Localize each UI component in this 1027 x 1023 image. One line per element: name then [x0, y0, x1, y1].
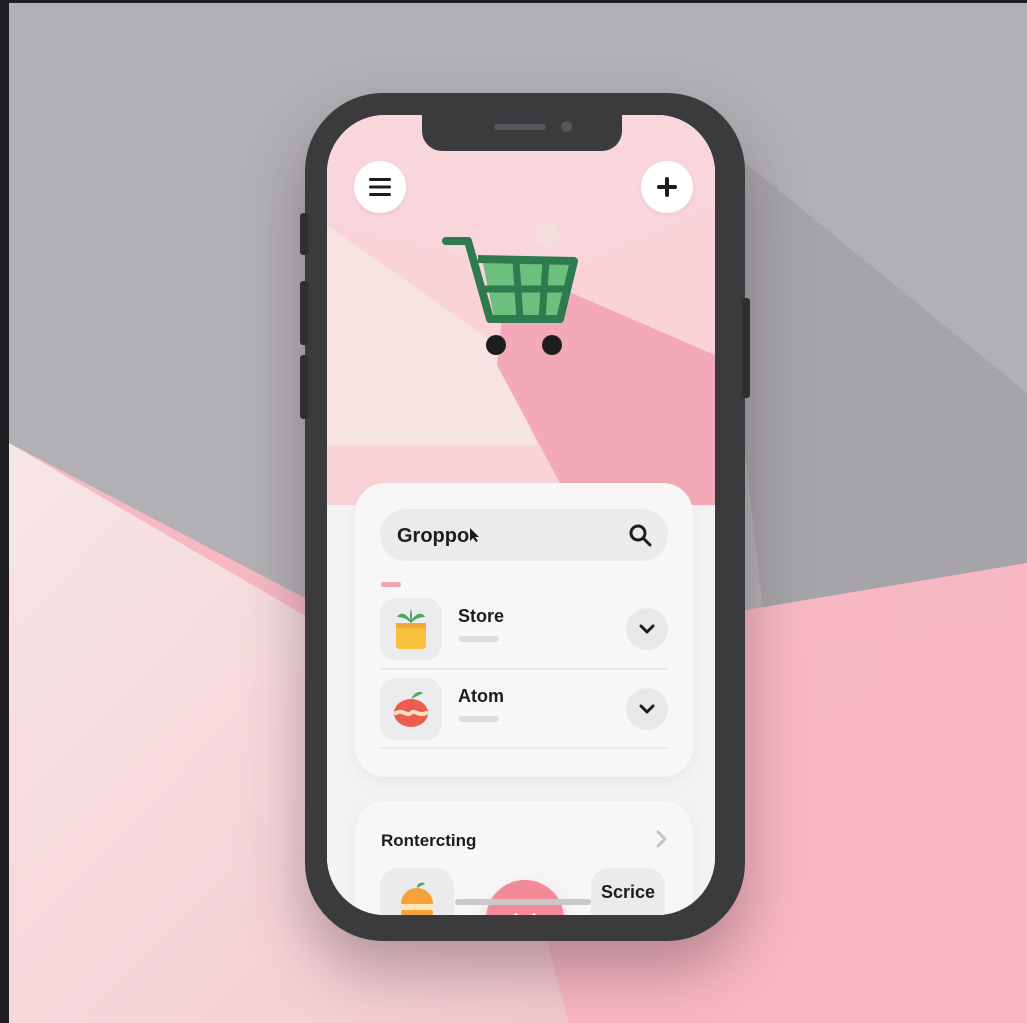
chevron-down-icon — [639, 704, 655, 714]
hamburger-menu-icon — [369, 178, 391, 196]
list-divider — [380, 668, 668, 670]
home-indicator[interactable] — [455, 899, 591, 905]
list-item[interactable]: Atom — [380, 676, 668, 742]
mute-switch — [300, 213, 308, 255]
list-divider — [380, 747, 668, 749]
search-card: Groppo Store Atom — [355, 483, 693, 777]
menu-button[interactable] — [354, 161, 406, 213]
list-item-subtitle-placeholder — [459, 716, 499, 722]
chevron-right-icon[interactable] — [655, 829, 669, 849]
phone-frame: Groppo Store Atom Rontercting Scrice — [300, 93, 750, 941]
speaker-grille — [494, 124, 546, 130]
volume-down-button — [300, 355, 308, 419]
front-camera — [561, 121, 572, 132]
phone-notch — [422, 115, 622, 151]
service-tile[interactable]: Scrice •••• — [591, 868, 665, 915]
power-button — [742, 298, 750, 398]
tile-dots: •••• — [591, 912, 665, 915]
list-item-title: Store — [458, 606, 505, 626]
chevron-down-icon — [514, 913, 536, 915]
chevron-down-icon — [639, 624, 655, 634]
list-item-title: Atom — [458, 686, 504, 706]
apple-icon — [394, 691, 428, 727]
expand-button[interactable] — [626, 688, 668, 730]
list-item-thumbnail — [380, 678, 442, 740]
volume-up-button — [300, 281, 308, 345]
section-title: Rontercting — [381, 831, 477, 850]
search-icon[interactable] — [628, 523, 652, 547]
shopping-cart-icon — [442, 237, 578, 355]
expand-fab-button[interactable] — [486, 880, 564, 915]
category-tile[interactable] — [380, 868, 454, 915]
background-scene: Groppo Store Atom Rontercting Scrice — [9, 3, 1027, 1023]
burger-icon — [400, 882, 434, 915]
list-item-subtitle-placeholder — [459, 636, 499, 642]
list-item-thumbnail — [380, 598, 442, 660]
section-indicator — [381, 582, 401, 587]
section-card: Rontercting Scrice — [355, 801, 693, 915]
tile-label: Scrice — [600, 882, 656, 902]
plus-icon — [657, 177, 677, 197]
potted-plant-icon — [396, 609, 426, 649]
expand-button[interactable] — [626, 608, 668, 650]
list-item[interactable]: Store — [380, 596, 668, 662]
add-button[interactable] — [641, 161, 693, 213]
search-input[interactable]: Groppo — [397, 525, 469, 548]
search-bar[interactable]: Groppo — [380, 509, 668, 561]
cursor-icon — [470, 528, 479, 542]
phone-screen: Groppo Store Atom Rontercting Scrice — [327, 115, 715, 915]
